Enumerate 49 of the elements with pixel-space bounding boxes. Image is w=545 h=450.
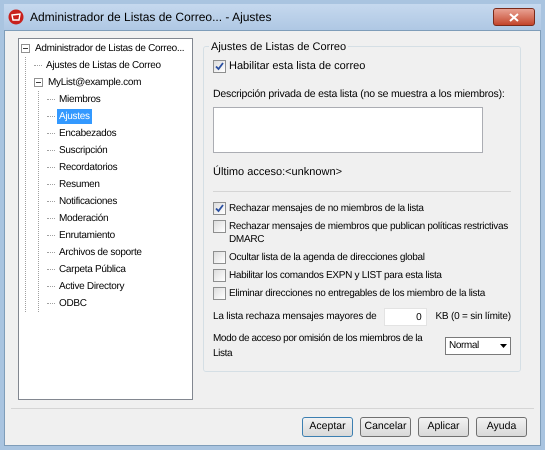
size-unit-text: KB (0 = sin límite)	[435, 310, 511, 324]
tree-item[interactable]: Carpeta Pública	[57, 262, 128, 277]
dialog-button[interactable]: Aceptar	[302, 417, 353, 437]
close-button[interactable]	[493, 8, 535, 26]
checkmark-icon	[215, 204, 224, 213]
checkmark-icon	[215, 62, 224, 71]
checkbox[interactable]	[213, 220, 226, 233]
close-icon	[509, 12, 519, 22]
checkbox-label: Rechazar mensajes de no miembros de la lista	[229, 202, 424, 215]
group-title: Ajustes de Listas de Correo	[209, 39, 348, 56]
collapse-toggle-icon[interactable]	[34, 78, 43, 87]
checkbox-label: Habilitar los comandos EXPN y LIST para esta lista	[229, 268, 442, 282]
checkbox-label: Rechazar mensajes de miembros que publican políticas restrictivas DMARC	[229, 220, 509, 246]
checkbox[interactable]	[213, 286, 226, 300]
checkbox[interactable]	[213, 202, 226, 215]
collapse-toggle-icon[interactable]	[21, 44, 30, 53]
tree-item[interactable]: MyList@example.com	[46, 75, 144, 90]
tree-item[interactable]: Encabezados	[57, 126, 118, 141]
checkbox[interactable]	[213, 60, 226, 73]
tree-item[interactable]: Administrador de Listas de Correo...	[33, 41, 186, 56]
tree-item[interactable]: Notificaciones	[57, 194, 120, 209]
checkbox[interactable]	[213, 250, 226, 264]
mode-label: Modo de acceso por omisión de los miembros de la Lista	[213, 332, 424, 361]
tree-item[interactable]: Recordatorios	[57, 160, 120, 175]
last-access-text: Último acceso:<unknown>	[213, 164, 344, 180]
tree-item[interactable]: Archivos de soporte	[57, 245, 144, 260]
checkbox[interactable]	[213, 268, 226, 282]
mode-dropdown[interactable]: Normal	[445, 336, 511, 355]
app-logo-icon	[8, 9, 24, 25]
tree-item[interactable]: Active Directory	[57, 279, 126, 294]
tree-item[interactable]: ODBC	[57, 296, 89, 311]
checkbox-label: Habilitar esta lista de correo	[229, 59, 366, 74]
size-label: La lista rechaza mensajes mayores de	[213, 310, 376, 324]
window-title: Administrador de Listas de Correo... - Ajustes	[30, 9, 272, 26]
dialog-button[interactable]: Ayuda	[476, 417, 527, 437]
tree-item[interactable]: Enrutamiento	[57, 228, 117, 243]
size-field[interactable]: 0	[384, 308, 428, 326]
tree-item[interactable]: Miembros	[57, 92, 102, 107]
dialog-button[interactable]: Aplicar	[418, 417, 469, 437]
dropdown-arrow-icon	[500, 344, 507, 348]
tree-item[interactable]: Moderación	[57, 211, 110, 226]
tree-item[interactable]: Ajustes de Listas de Correo	[44, 58, 163, 73]
checkbox-label: Eliminar direcciones no entregables de los miembro de la lista	[229, 286, 485, 300]
field-label: Descripción privada de esta lista (no se muestra a los miembros):	[213, 86, 506, 102]
description-field[interactable]	[213, 107, 483, 154]
tree-item[interactable]: Resumen	[57, 177, 102, 192]
checkbox-label: Ocultar lista de la agenda de direcciones global	[229, 250, 425, 264]
dialog-button[interactable]: Cancelar	[360, 417, 411, 437]
tree-item[interactable]: Suscripción	[57, 143, 110, 158]
